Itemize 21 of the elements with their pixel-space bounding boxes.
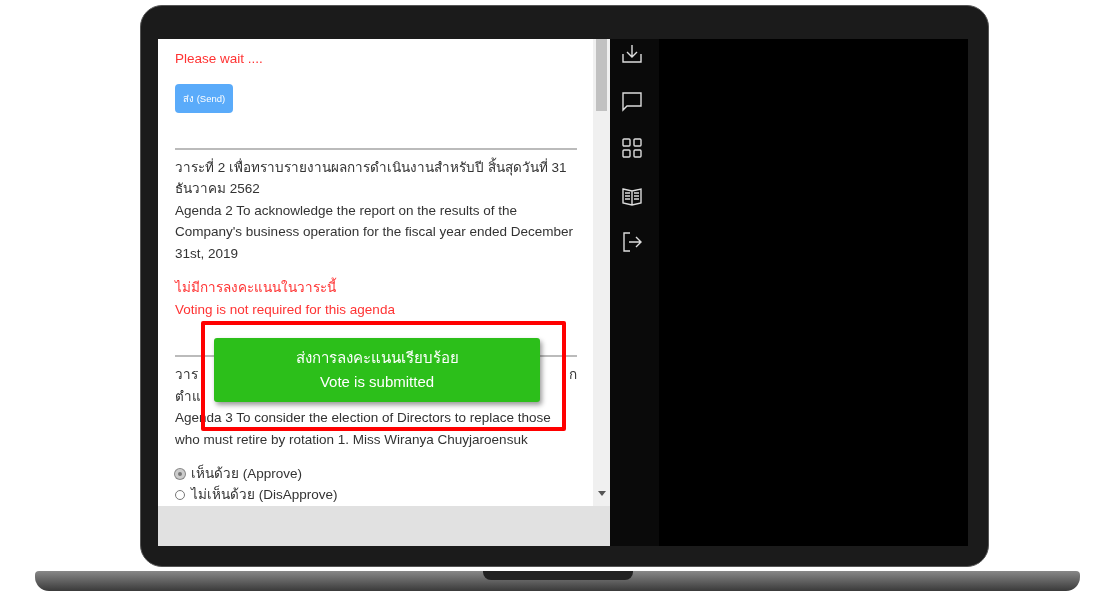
logout-icon[interactable] [621, 231, 643, 253]
toast-text: Vote is submitted [318, 372, 436, 392]
grid-icon[interactable] [621, 137, 643, 159]
status-text: Please wait .... [175, 50, 264, 68]
scrollbar[interactable] [593, 39, 610, 506]
option-label[interactable]: ไม่เห็นด้วย (DisApprove) [191, 484, 338, 505]
scrollbar-thumb[interactable] [596, 39, 607, 111]
notice-text: Voting is not required for this agenda [175, 300, 396, 319]
scroll-down-icon[interactable] [597, 491, 606, 496]
agenda-title-fragment: ตำแ [175, 387, 201, 406]
toast-text: ส่งการลงคะแนนเรียบร้อย [294, 348, 460, 368]
download-icon[interactable] [621, 43, 643, 65]
radio-button[interactable] [175, 489, 185, 500]
option-label[interactable]: เห็นด้วย (Approve) [191, 463, 303, 484]
agenda-title-fragment: วาร [175, 366, 198, 384]
agenda-title-fragment: ก [569, 366, 577, 384]
agenda-title: วาระที่ 2 เพื่อทราบรายงานผลการดำเนินงานสำหรับปี สิ้นสุดวันที่ 31 ธันวาคม 2562 [175, 156, 568, 198]
agenda-text: Agenda 2 To acknowledge the report on the results of the Company's business operation for the fiscal year ended December 31st, 2019 [175, 201, 575, 263]
chat-icon[interactable] [621, 90, 643, 112]
notice-text: ไม่มีการลงคะแนนในวาระนี้ [175, 277, 577, 299]
radio-button[interactable] [175, 468, 185, 479]
